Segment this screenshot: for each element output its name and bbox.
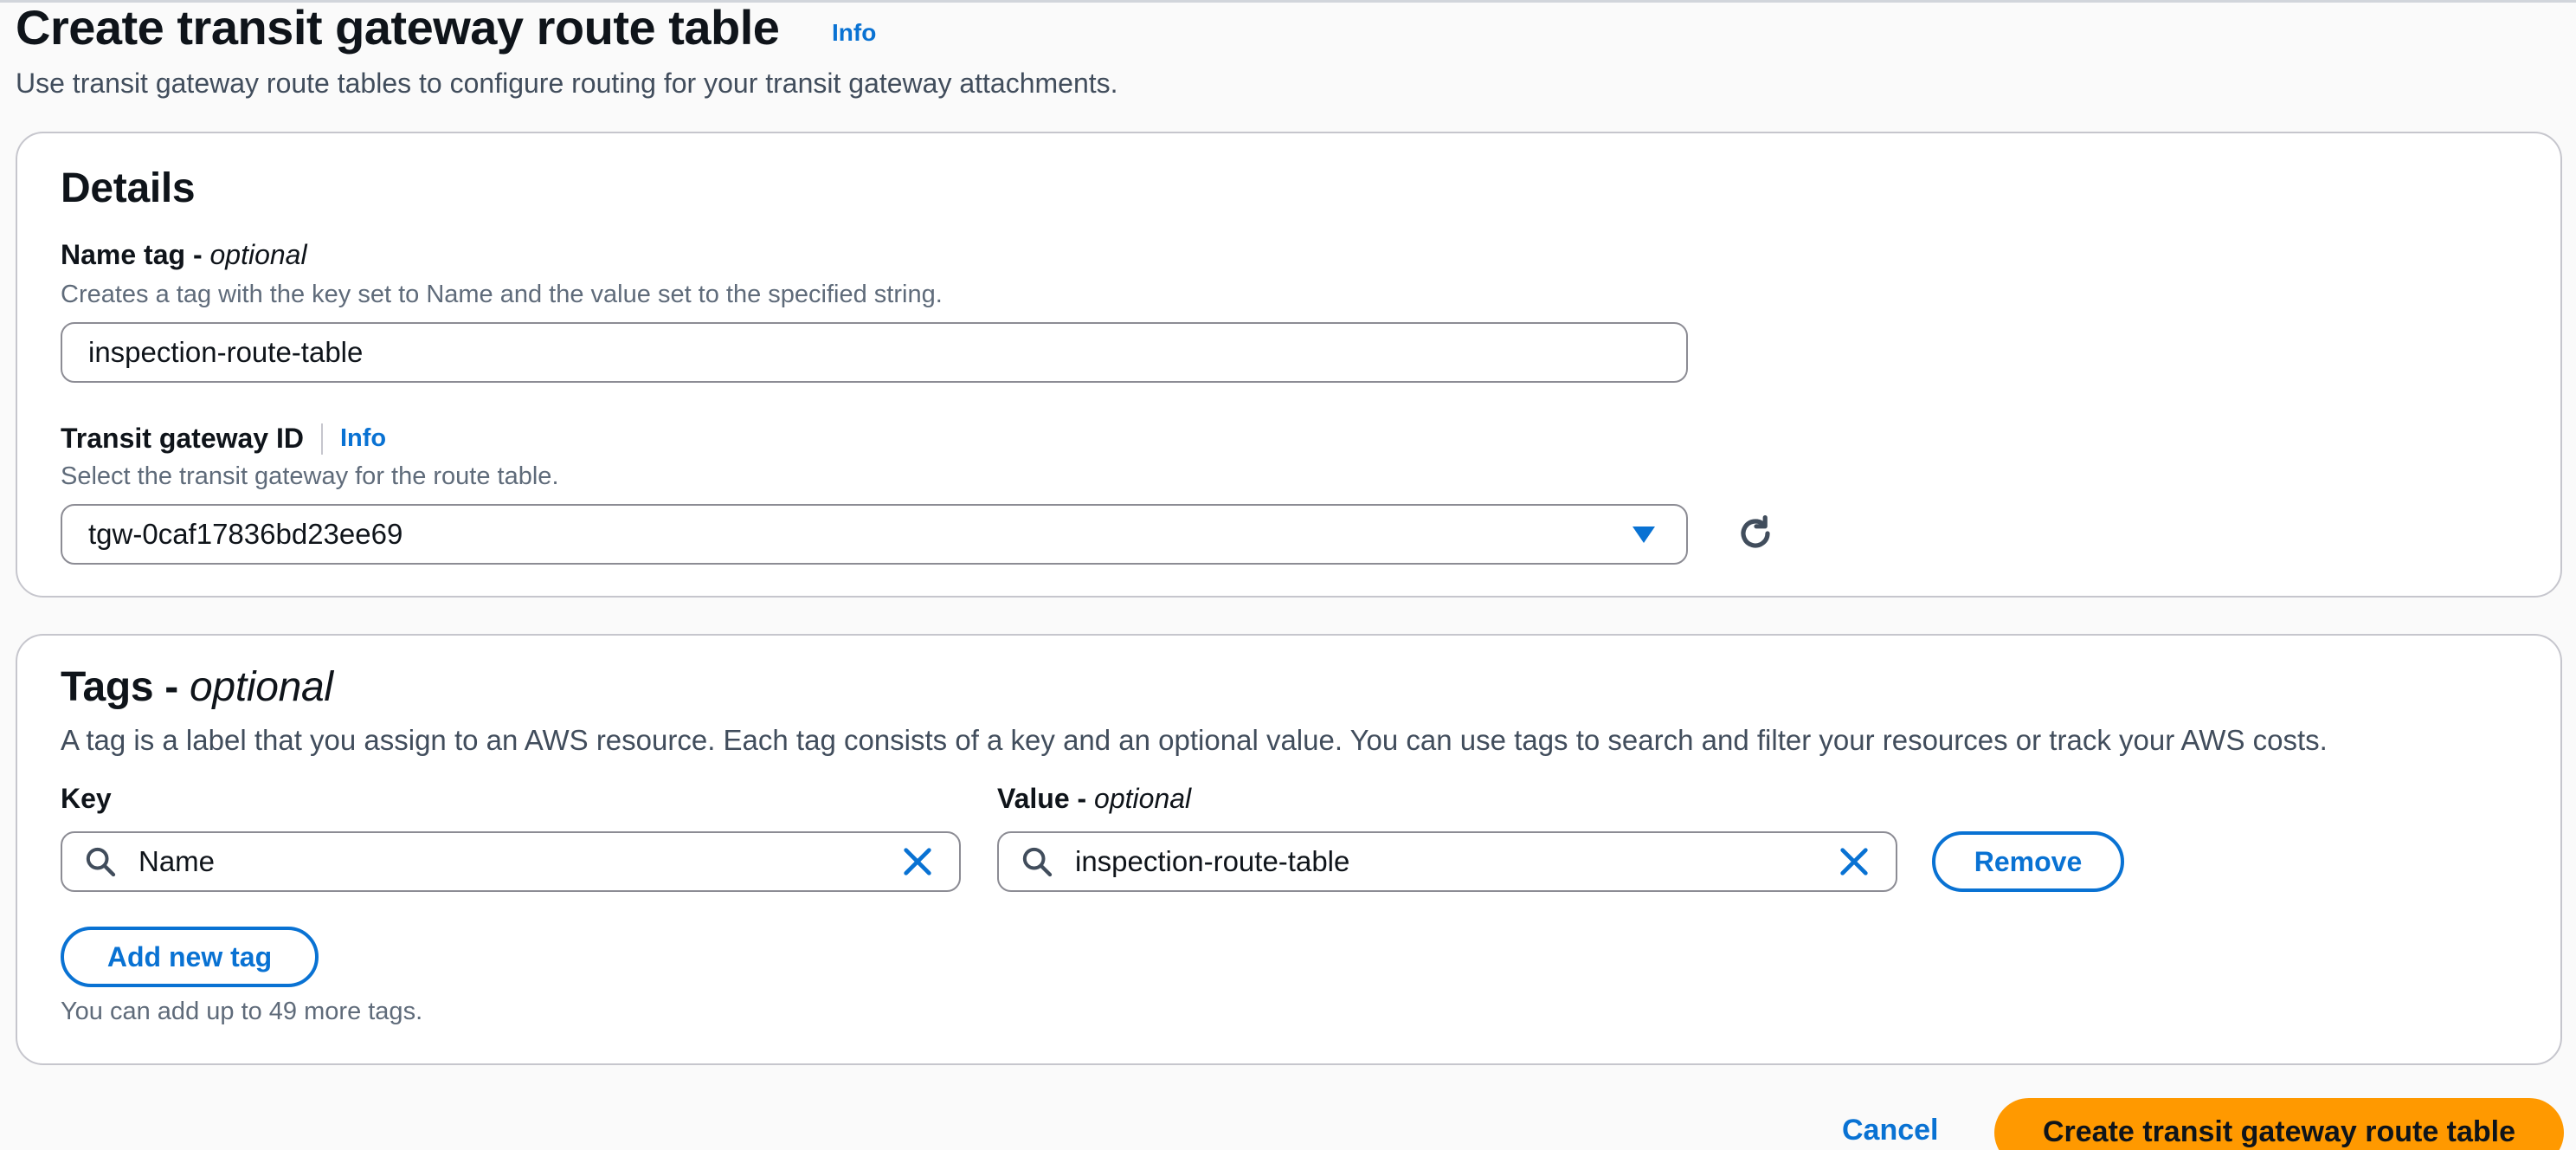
page-info-link[interactable]: Info	[832, 19, 876, 47]
add-new-tag-button[interactable]: Add new tag	[61, 927, 319, 987]
value-label: Value - optional	[997, 783, 1192, 814]
name-tag-value: inspection-route-table	[88, 336, 364, 368]
label-divider	[320, 423, 323, 455]
page-description: Use transit gateway route tables to conf…	[16, 68, 1118, 99]
tag-value-input[interactable]: inspection-route-table	[997, 831, 1897, 892]
cancel-button[interactable]: Cancel	[1842, 1114, 1939, 1147]
transit-gateway-label: Transit gateway ID Info	[61, 423, 387, 455]
tags-heading: Tags - optional	[61, 664, 333, 710]
caret-down-icon	[1633, 527, 1655, 543]
transit-gateway-description: Select the transit gateway for the route…	[61, 462, 559, 490]
close-icon[interactable]	[1813, 844, 1896, 879]
name-tag-input[interactable]: inspection-route-table	[61, 322, 1688, 383]
search-icon	[999, 844, 1075, 879]
transit-gateway-info-link[interactable]: Info	[340, 424, 386, 453]
tag-key-value: Name	[138, 845, 216, 877]
name-tag-label: Name tag - optional	[61, 239, 307, 270]
transit-gateway-selected: tgw-0caf17836bd23ee69	[88, 518, 403, 550]
create-route-table-button[interactable]: Create transit gateway route table	[1994, 1098, 2564, 1150]
refresh-icon[interactable]	[1735, 513, 1776, 554]
page: Create transit gateway route table Info …	[0, 0, 2576, 1150]
tag-key-input[interactable]: Name	[61, 831, 961, 892]
search-icon	[62, 844, 138, 879]
details-heading: Details	[61, 165, 196, 211]
remove-tag-button[interactable]: Remove	[1932, 831, 2124, 892]
tags-panel: Tags - optional A tag is a label that yo…	[16, 634, 2562, 1065]
name-tag-description: Creates a tag with the key set to Name a…	[61, 281, 943, 308]
transit-gateway-select[interactable]: tgw-0caf17836bd23ee69	[61, 504, 1688, 565]
tags-limit-text: You can add up to 49 more tags.	[61, 998, 423, 1025]
close-icon[interactable]	[876, 844, 959, 879]
tags-description: A tag is a label that you assign to an A…	[61, 724, 2328, 756]
key-label: Key	[61, 783, 112, 814]
page-title: Create transit gateway route table	[16, 0, 780, 55]
details-panel: Details Name tag - optional Creates a ta…	[16, 132, 2562, 598]
tag-value-value: inspection-route-table	[1075, 845, 1350, 877]
